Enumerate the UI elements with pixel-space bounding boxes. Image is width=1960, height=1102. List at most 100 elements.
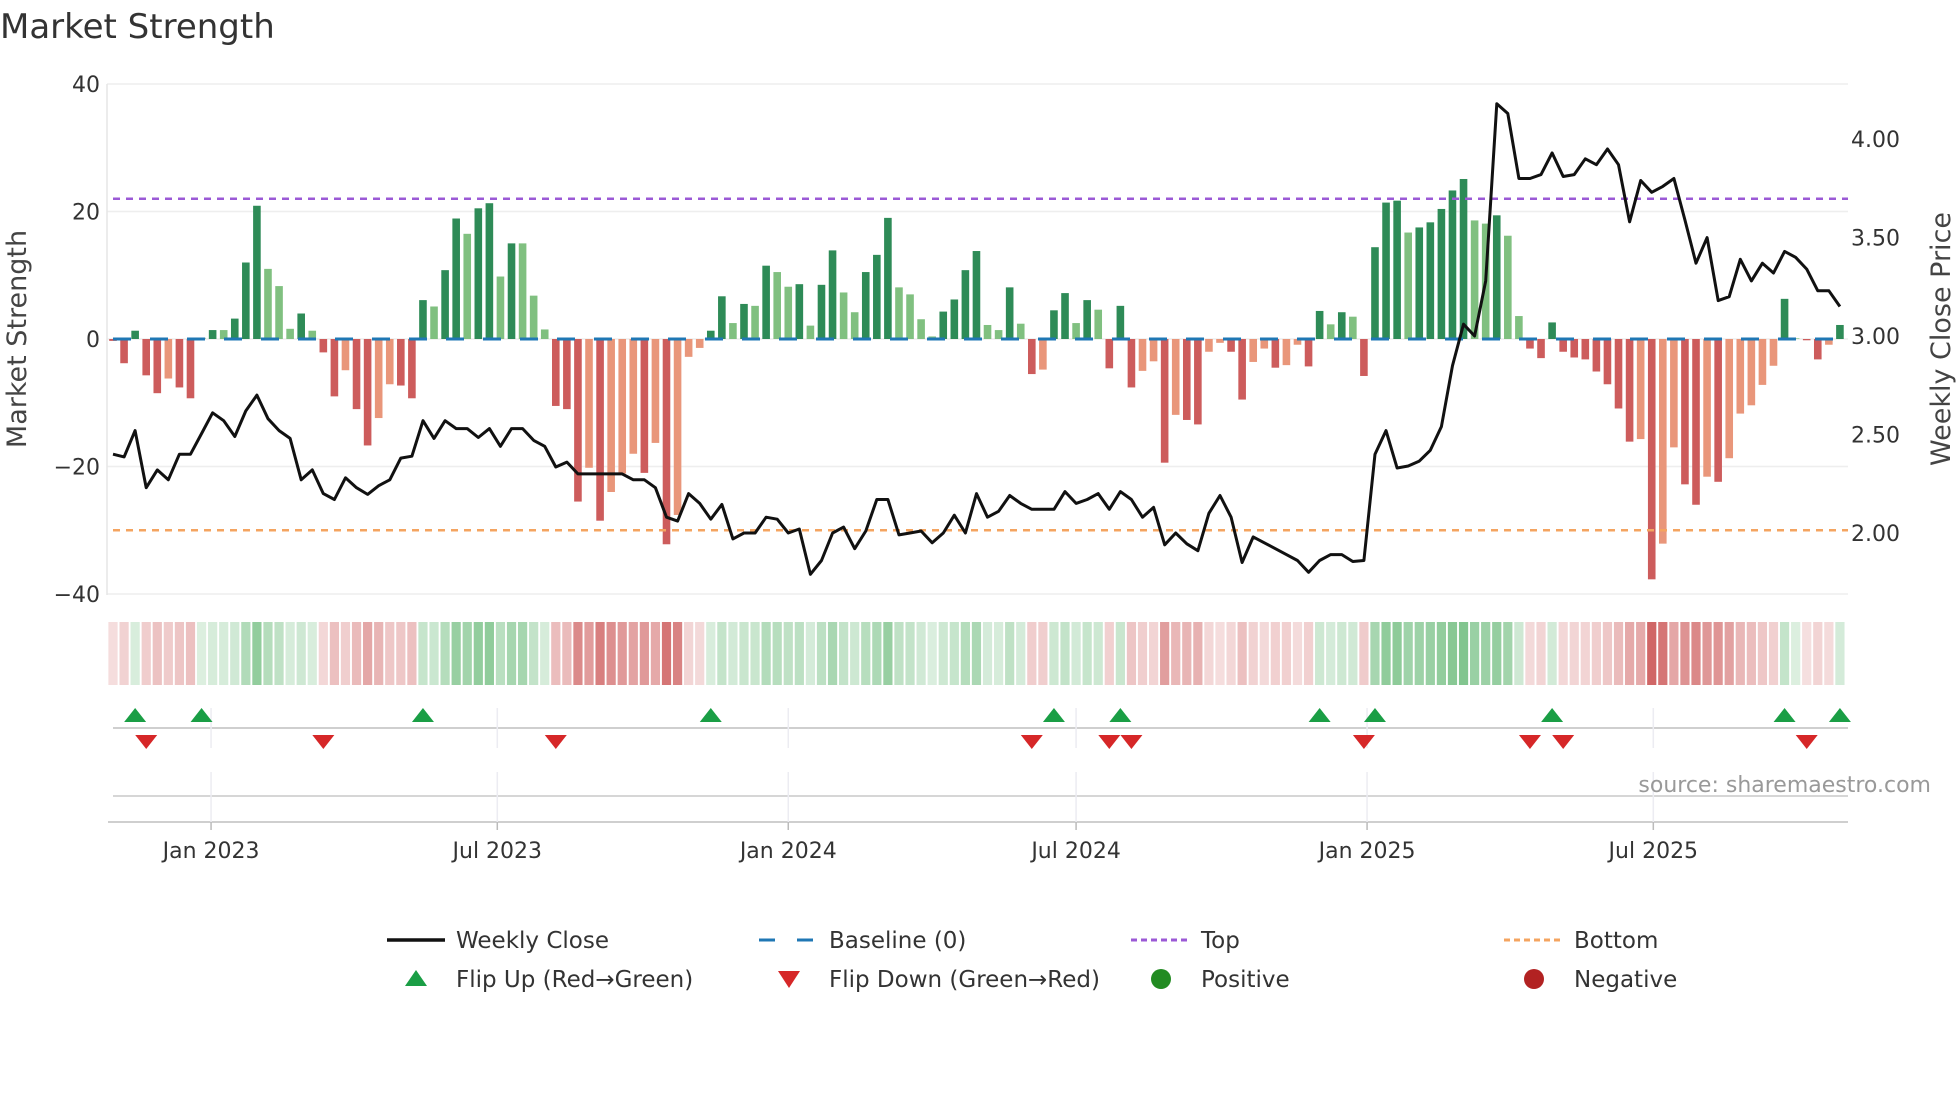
positive-bar — [275, 286, 283, 339]
strip-cell — [540, 622, 550, 685]
strip-cell — [1359, 622, 1369, 685]
strip-cell — [839, 622, 849, 685]
positive-bar — [1083, 300, 1091, 339]
x-tick-label: Jan 2023 — [161, 839, 260, 864]
legend-label: Weekly Close — [456, 928, 609, 954]
y-right-tick-label: 4.00 — [1851, 128, 1900, 153]
positive-bar — [286, 328, 294, 339]
positive-bar — [895, 287, 903, 339]
strip-cell — [1414, 622, 1424, 685]
flip-up-marker — [1541, 708, 1564, 722]
strip-cell — [1281, 622, 1292, 685]
strength-bars — [109, 178, 1844, 580]
positive-bar — [1371, 247, 1379, 339]
flip-up-marker — [1773, 708, 1796, 722]
positive-bar — [806, 325, 815, 339]
strip-cell — [672, 622, 683, 685]
legend-label: Top — [1200, 928, 1240, 954]
flip-down-marker — [1552, 735, 1575, 749]
strip-cell — [274, 622, 284, 685]
legend-label: Bottom — [1574, 928, 1658, 954]
negative-bar — [574, 339, 582, 502]
y-tick-label: 0 — [86, 328, 100, 353]
strip-cell — [1768, 622, 1779, 685]
strength-heat-strip — [108, 622, 1845, 685]
positive-bar — [208, 330, 217, 339]
strip-cell — [1137, 622, 1148, 685]
positive-bar — [430, 306, 438, 339]
strip-cell — [517, 622, 528, 685]
strip-cell — [196, 622, 207, 685]
positive-bar — [1337, 312, 1346, 339]
positive-bar — [773, 272, 781, 339]
strip-cell — [639, 622, 649, 685]
positive-bar — [1548, 322, 1556, 339]
strip-cell — [1458, 622, 1469, 685]
strip-cell — [750, 622, 760, 685]
positive-bar — [518, 243, 527, 339]
strip-cell — [872, 622, 882, 685]
strip-cell — [805, 622, 816, 685]
strip-cell — [1569, 622, 1579, 685]
positive-bar — [1459, 178, 1468, 339]
legend-negative-icon — [1524, 969, 1544, 989]
positive-bar — [1448, 190, 1457, 339]
negative-bar — [1216, 339, 1224, 343]
legend-label: Positive — [1201, 967, 1290, 993]
negative-bar — [1802, 339, 1811, 341]
strip-cell — [695, 622, 705, 685]
negative-bar — [1127, 339, 1136, 388]
strip-cell — [573, 622, 583, 685]
negative-bar — [563, 339, 571, 410]
flip-up-marker — [124, 708, 147, 722]
positive-bar — [452, 218, 460, 339]
strip-cell — [783, 622, 793, 685]
strip-cell — [1237, 622, 1247, 685]
negative-bar — [1138, 339, 1147, 371]
strip-cell — [1647, 622, 1657, 685]
strip-cell — [1802, 622, 1812, 685]
strip-cell — [252, 622, 262, 685]
negative-bar — [397, 339, 405, 386]
flip-down-marker — [135, 735, 158, 749]
strip-cell — [949, 622, 959, 685]
positive-bar — [1382, 202, 1390, 339]
negative-bar — [341, 339, 350, 371]
strip-cell — [130, 622, 140, 685]
strip-cell — [1248, 622, 1258, 685]
strip-cell — [1470, 622, 1480, 685]
positive-bar — [795, 284, 804, 339]
strip-cell — [396, 622, 406, 685]
negative-bar — [1703, 339, 1711, 477]
negative-bar — [1603, 339, 1612, 385]
strip-cell — [584, 622, 594, 685]
negative-bar — [1304, 339, 1313, 367]
legend-label: Flip Up (Red→Green) — [456, 967, 693, 993]
negative-bar — [1659, 339, 1667, 544]
strip-cell — [318, 622, 328, 685]
strip-cell — [241, 622, 251, 685]
negative-bar — [1692, 339, 1700, 505]
strip-cell — [1835, 622, 1845, 685]
negative-bar — [363, 339, 372, 446]
strip-cell — [1636, 622, 1646, 685]
strip-cell — [1148, 622, 1159, 685]
negative-bar — [1149, 339, 1158, 362]
negative-bar — [1559, 339, 1567, 352]
strip-cell — [994, 622, 1004, 685]
flip-down-marker — [1098, 735, 1121, 749]
strip-cell — [1602, 622, 1613, 685]
strip-cell — [1613, 622, 1624, 685]
strip-cell — [861, 622, 871, 685]
negative-bar — [1592, 339, 1601, 372]
strip-cell — [329, 622, 339, 685]
positive-bar — [1393, 200, 1401, 339]
positive-bar — [850, 312, 859, 339]
negative-bar — [1670, 339, 1678, 448]
strip-cell — [1171, 622, 1181, 685]
right-axis-ticks: 4.00 3.50 3.00 2.50 2.00 — [1851, 128, 1900, 547]
positive-bar — [1780, 298, 1789, 339]
strip-cell — [1824, 622, 1834, 685]
positive-bar — [950, 299, 959, 339]
strip-cell — [152, 622, 162, 685]
